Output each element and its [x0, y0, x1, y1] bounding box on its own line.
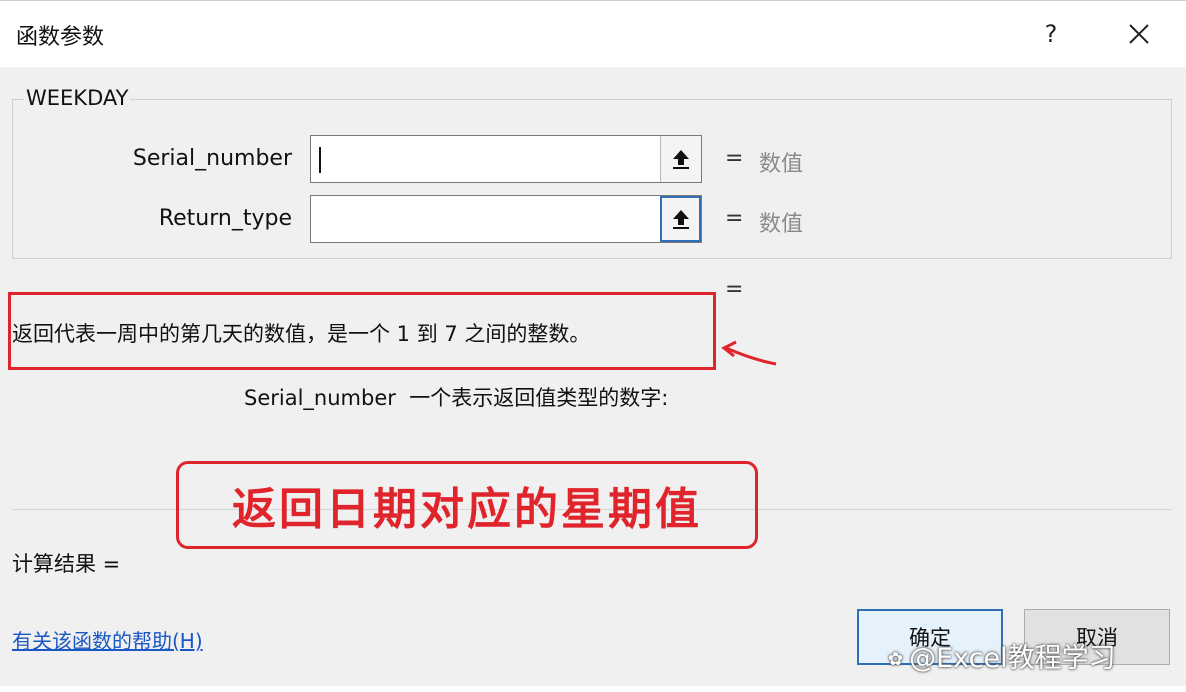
argument-help-name: Serial_number	[244, 386, 396, 410]
text-caret	[319, 147, 321, 173]
annotation-banner: 返回日期对应的星期值	[176, 461, 758, 549]
serial-number-label: Serial_number	[132, 146, 292, 171]
collapse-arrow-icon	[673, 210, 689, 229]
watermark-text: @Excel教程学习	[909, 643, 1116, 674]
return-type-input[interactable]	[310, 195, 702, 243]
window-bottom-edge	[0, 686, 1186, 692]
function-help-link[interactable]: 有关该函数的帮助(H)	[12, 625, 203, 654]
argument-help: Serial_number 一个表示返回值类型的数字:	[244, 382, 668, 412]
help-button[interactable]: ?	[1036, 17, 1066, 51]
collapse-arrow-icon	[673, 150, 689, 169]
dialog-title: 函数参数	[16, 25, 105, 50]
serial-number-equals: =	[725, 146, 744, 171]
return-type-equals: =	[725, 206, 744, 231]
serial-number-input[interactable]	[310, 135, 702, 183]
function-description: 返回代表一周中的第几天的数值，是一个 1 到 7 之间的整数。	[12, 322, 591, 346]
function-name: WEEKDAY	[24, 86, 131, 110]
watermark-logo-icon: ✿	[888, 649, 904, 670]
return-type-value: 数值	[759, 212, 804, 237]
serial-number-collapse-button[interactable]	[660, 136, 701, 182]
formula-result-equals: =	[725, 277, 744, 302]
title-bar: 函数参数 ?	[0, 0, 1186, 67]
serial-number-value: 数值	[759, 152, 804, 177]
annotation-banner-text: 返回日期对应的星期值	[232, 484, 702, 535]
calc-result-label: 计算结果 =	[12, 552, 121, 576]
argument-help-text: 一个表示返回值类型的数字:	[409, 386, 669, 410]
close-button[interactable]	[1122, 17, 1156, 51]
return-type-label: Return_type	[158, 206, 292, 231]
watermark: ✿ @Excel教程学习	[888, 636, 1116, 675]
annotation-arrow-icon	[721, 340, 777, 366]
close-icon	[1129, 24, 1149, 44]
return-type-collapse-button[interactable]	[660, 196, 701, 242]
